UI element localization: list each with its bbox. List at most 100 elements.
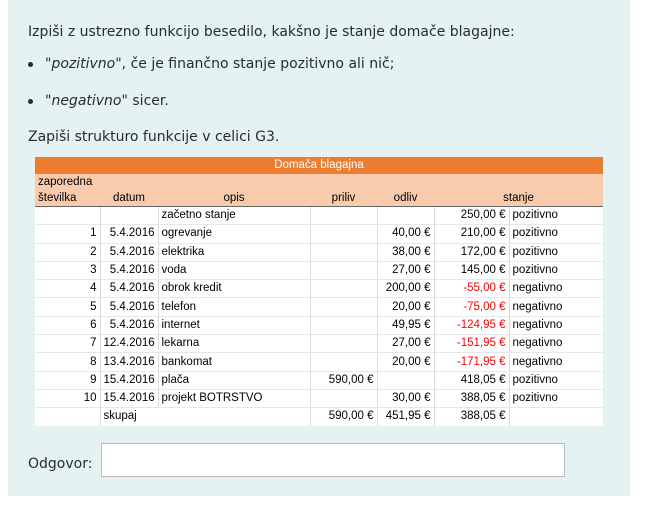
cell-status: pozitivno bbox=[509, 243, 604, 262]
table-row: 7 12.4.2016 lekarna 27,00 € -151,95 € negativ… bbox=[35, 334, 604, 354]
cell-priliv bbox=[310, 316, 378, 336]
cell-status: negativno bbox=[509, 316, 604, 336]
task-text: Zapiši strukturo funkcije v celici G3. bbox=[28, 129, 280, 145]
total-row: skupaj 590,00 € 451,95 € 388,05 € bbox=[35, 407, 604, 426]
header-datum: datum bbox=[100, 190, 158, 207]
cell-datum: 5.4.2016 bbox=[100, 224, 159, 244]
cell-priliv bbox=[310, 279, 378, 299]
cell-stanje: 388,05 € bbox=[434, 389, 510, 409]
spreadsheet-image: Domača blagajna zaporedna številka datum… bbox=[35, 157, 604, 426]
header-odliv: odliv bbox=[377, 190, 434, 207]
total-stanje: 388,05 € bbox=[434, 407, 510, 426]
cell-stanje: 418,05 € bbox=[434, 371, 510, 390]
bullet-text: , če je finančno stanje pozitivno ali ni… bbox=[121, 56, 395, 72]
header-seq-line1: zaporedna bbox=[35, 174, 100, 190]
table-row: začetno stanje 250,00 € pozitivno bbox=[35, 206, 604, 226]
total-label: skupaj bbox=[100, 407, 311, 426]
cell-seq: 4 bbox=[35, 279, 101, 299]
header-opis: opis bbox=[158, 190, 310, 207]
cell-odliv: 49,95 € bbox=[377, 316, 435, 336]
cell-status: negativno bbox=[509, 297, 604, 317]
cell-odliv: 27,00 € bbox=[377, 261, 435, 281]
cell-datum bbox=[100, 206, 159, 226]
cell-datum: 13.4.2016 bbox=[100, 352, 159, 372]
cell-priliv bbox=[310, 206, 378, 226]
cell-odliv: 27,00 € bbox=[377, 334, 435, 354]
cell-datum: 15.4.2016 bbox=[100, 371, 159, 390]
total-odliv: 451,95 € bbox=[377, 407, 435, 426]
cell-stanje: 250,00 € bbox=[434, 206, 510, 226]
cell-opis: začetno stanje bbox=[158, 206, 311, 226]
cell-opis: projekt BOTRSTVO bbox=[158, 389, 311, 409]
cell-seq: 10 bbox=[35, 389, 101, 409]
cell-stanje: 145,00 € bbox=[434, 261, 510, 281]
cell-priliv: 590,00 € bbox=[310, 371, 378, 390]
cell-status: pozitivno bbox=[509, 206, 604, 226]
answer-label: Odgovor: bbox=[28, 456, 93, 472]
cell-seq: 7 bbox=[35, 334, 101, 354]
table-row: 2 5.4.2016 elektrika 38,00 €172,00 € pozitiv… bbox=[35, 243, 604, 262]
cell-opis: plača bbox=[158, 371, 311, 390]
cell-opis: voda bbox=[158, 261, 311, 281]
cell-stanje: -151,95 € bbox=[434, 334, 510, 354]
table-body: začetno stanje 250,00 € pozitivno 1 5.4.2016… bbox=[35, 206, 604, 409]
bullet-dot-icon bbox=[28, 61, 33, 67]
cell-status: pozitivno bbox=[509, 371, 604, 390]
cell-status: negativno bbox=[509, 279, 604, 299]
bullet-positive: "pozitivno", če je finančno stanje pozit… bbox=[28, 56, 394, 72]
cell-opis: bankomat bbox=[158, 352, 311, 372]
cell-opis: telefon bbox=[158, 297, 311, 317]
cell-seq bbox=[35, 206, 101, 226]
cell-seq: 1 bbox=[35, 224, 101, 244]
header-row-1: zaporedna bbox=[35, 174, 604, 190]
cell-seq: 9 bbox=[35, 371, 101, 390]
cell-status: pozitivno bbox=[509, 224, 604, 244]
cell-datum: 5.4.2016 bbox=[100, 243, 159, 262]
instruction-intro: Izpiši z ustrezno funkcijo besedilo, kak… bbox=[28, 24, 515, 40]
cell-status: pozitivno bbox=[509, 261, 604, 281]
cell-stanje: -171,95 € bbox=[434, 352, 510, 372]
bullet-dot-icon bbox=[28, 98, 33, 104]
cell-datum: 5.4.2016 bbox=[100, 316, 159, 336]
table-row: 1 5.4.2016 ogrevanje 40,00 €210,00 € pozitiv… bbox=[35, 224, 604, 244]
table-row: 9 15.4.2016 plača 590,00 € 418,05 € pozitivno bbox=[35, 371, 604, 390]
bullet-text: sicer. bbox=[127, 93, 169, 109]
cell-priliv bbox=[310, 334, 378, 354]
cell-seq: 3 bbox=[35, 261, 101, 281]
cell-datum: 5.4.2016 bbox=[100, 297, 159, 317]
bullet-negative: "negativno" sicer. bbox=[28, 93, 169, 109]
cell-datum: 5.4.2016 bbox=[100, 261, 159, 281]
cell-priliv bbox=[310, 297, 378, 317]
bullet-term: "negativno" bbox=[45, 93, 128, 109]
cell-priliv bbox=[310, 224, 378, 244]
cell-priliv bbox=[310, 389, 378, 409]
cell-odliv bbox=[377, 206, 435, 226]
cell-datum: 12.4.2016 bbox=[100, 334, 159, 354]
table-row: 4 5.4.2016 obrok kredit 200,00 € -55,00 € neg… bbox=[35, 279, 604, 299]
cell-stanje: -75,00 € bbox=[434, 297, 510, 317]
table-row: 6 5.4.2016 internet 49,95 € -124,95 € negativ… bbox=[35, 316, 604, 336]
cell-seq: 2 bbox=[35, 243, 101, 262]
header-seq-line2: številka bbox=[35, 190, 100, 207]
cell-odliv: 20,00 € bbox=[377, 297, 435, 317]
cell-odliv bbox=[377, 371, 435, 390]
cell-odliv: 20,00 € bbox=[377, 352, 435, 372]
table-title: Domača blagajna bbox=[35, 157, 604, 174]
cell-datum: 15.4.2016 bbox=[100, 389, 159, 409]
answer-input[interactable] bbox=[101, 443, 565, 477]
cell-stanje: -124,95 € bbox=[434, 316, 510, 336]
cell-opis: lekarna bbox=[158, 334, 311, 354]
cell-priliv bbox=[310, 243, 378, 262]
cell-odliv: 200,00 € bbox=[377, 279, 435, 299]
cell-opis: elektrika bbox=[158, 243, 311, 262]
table-row: 10 15.4.2016 projekt BOTRSTVO 30,00 €388,05… bbox=[35, 389, 604, 409]
bullet-term: "pozitivno" bbox=[45, 56, 122, 72]
question-panel: Izpiši z ustrezno funkcijo besedilo, kak… bbox=[8, 0, 630, 496]
cell-seq: 8 bbox=[35, 352, 101, 372]
table-title-row: Domača blagajna bbox=[35, 157, 604, 174]
table-row: 5 5.4.2016 telefon 20,00 € -75,00 € negativno bbox=[35, 297, 604, 317]
cell-stanje: -55,00 € bbox=[434, 279, 510, 299]
cell-odliv: 30,00 € bbox=[377, 389, 435, 409]
cell-odliv: 38,00 € bbox=[377, 243, 435, 262]
cell-seq: 5 bbox=[35, 297, 101, 317]
